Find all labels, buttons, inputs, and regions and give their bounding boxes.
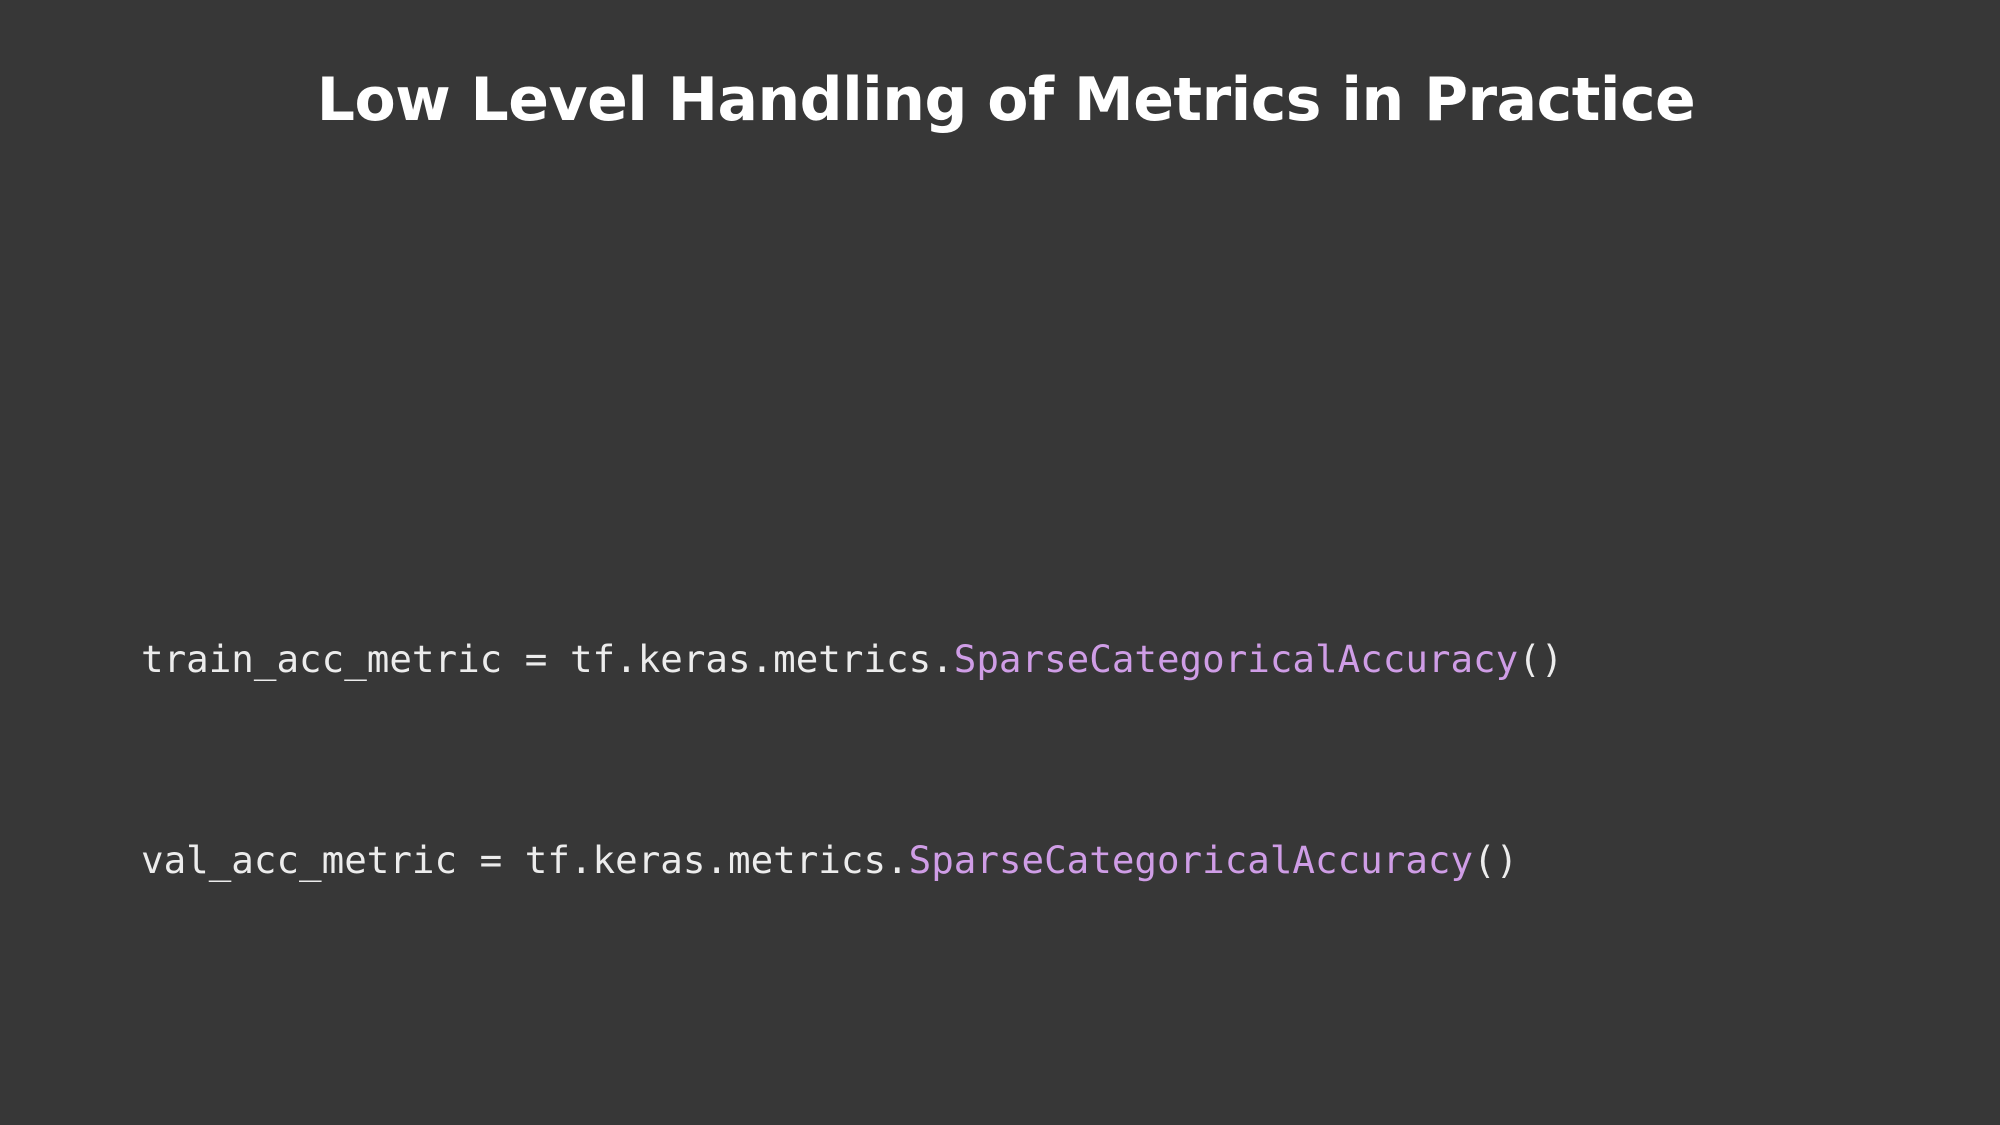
code-line-prefix: train_acc_metric = tf.keras.metrics. xyxy=(141,637,954,681)
code-line-prefix: val_acc_metric = tf.keras.metrics. xyxy=(141,838,909,882)
code-line-suffix: () xyxy=(1518,637,1564,681)
slide: Low Level Handling of Metrics in Practic… xyxy=(0,0,2000,1125)
code-line-val-acc-metric: val_acc_metric = tf.keras.metrics.Sparse… xyxy=(141,827,1563,894)
code-line-suffix: () xyxy=(1473,838,1519,882)
code-line-train-acc-metric: train_acc_metric = tf.keras.metrics.Spar… xyxy=(141,626,1563,693)
code-class-name: SparseCategoricalAccuracy xyxy=(953,637,1519,681)
code-block: train_acc_metric = tf.keras.metrics.Spar… xyxy=(141,492,1563,1028)
code-class-name: SparseCategoricalAccuracy xyxy=(908,838,1474,882)
slide-title: Low Level Handling of Metrics in Practic… xyxy=(316,65,1696,135)
